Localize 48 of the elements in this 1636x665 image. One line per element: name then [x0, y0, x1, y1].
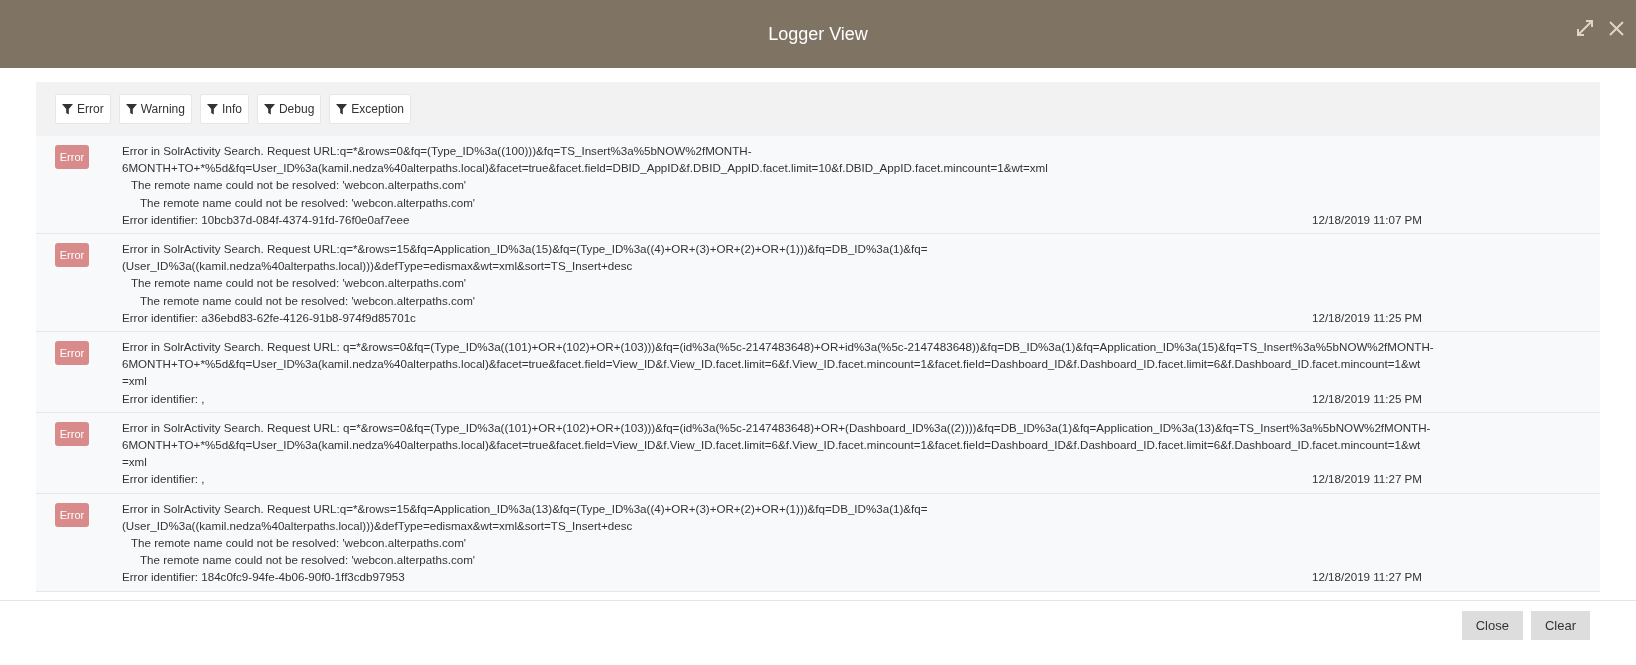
timestamp: 12/18/2019 11:25 PM — [1312, 390, 1422, 407]
filter-button[interactable]: Warning — [118, 94, 192, 124]
error-identifier: Error identifier: , — [122, 471, 206, 488]
level-badge: Error — [55, 145, 89, 169]
level-badge: Error — [55, 341, 89, 366]
timestamp: 12/18/2019 11:27 PM — [1312, 569, 1422, 586]
message-line: Error in SolrActivity Search. Request URL:q=*&rows=15&fq=Application_ID%3a(13)&fq=(Type_ID%3a((4)+OR+(3)+OR+(2)+OR+(1)))&fq=DB_ID%3a(1)&fq= — [122, 500, 929, 517]
detail-line: The remote name could not be resolved: 'webcon.alterpaths.com' — [130, 177, 468, 194]
window-title: Logger View — [768, 22, 868, 46]
filter-button[interactable]: Debug — [256, 94, 322, 124]
detail-line: The remote name could not be resolved: 'webcon.alterpaths.com' — [130, 275, 468, 292]
message-line: =xml — [122, 373, 148, 390]
message-line: Error in SolrActivity Search. Request URL: q=*&rows=0&fq=(Type_ID%3a((101)+OR+(102)+OR+(103)))&fq=(id%3a(%5c-2147483648)+OR+id%3a(%5c-2147483648))&fq=DB_ID%3a(1)&fq=Application_ID%3a(15)&fq=TS_Insert%3a%5bNOW%2fMONTH- — [122, 339, 1435, 356]
error-identifier: Error identifier: 10bcb37d-084f-4374-91fd-76f0e0af7eee — [122, 211, 411, 228]
message-line: Error in SolrActivity Search. Request URL: q=*&rows=0&fq=(Type_ID%3a((101)+OR+(102)+OR+(103)))&fq=(id%3a(%5c-2147483648)+OR+(Dashboard_ID%3a((2))))&fq=DB_ID%3a(1)&fq=Application_ID%3a(13)&fq=TS_Insert%3a%5bNOW%2fMONTH- — [122, 419, 1432, 436]
timestamp: 12/18/2019 11:27 PM — [1312, 471, 1422, 488]
expand-icon[interactable] — [1577, 20, 1593, 36]
message-line: 6MONTH+TO+*%5d&fq=User_ID%3a(kamil.nedza%40alterpaths.local)&facet=true&facet.field=View_ID&f.View_ID.facet.limit=6&f.View_ID.facet.mincount=1&facet.field=Dashboard_ID&f.Dashboard_ID.facet.limit=6&f.Dashboard_ID.facet.mincount=1&wt — [122, 356, 1422, 373]
level-badge: Error — [55, 421, 89, 446]
level-badge: Error — [55, 502, 89, 527]
filter-icon — [336, 103, 348, 115]
detail-line: The remote name could not be resolved: 'webcon.alterpaths.com' — [139, 194, 477, 211]
message-line: =xml — [122, 454, 148, 471]
filter-button[interactable]: Error — [55, 94, 111, 124]
message-line: Error in SolrActivity Search. Request URL:q=*&rows=15&fq=Application_ID%3a(15)&fq=(Type_ID%3a((4)+OR+(3)+OR+(2)+OR+(1)))&fq=DB_ID%3a(1)&fq= — [122, 241, 929, 257]
message-line: 6MONTH+TO+*%5d&fq=User_ID%3a(kamil.nedza%40alterpaths.local)&facet=true&facet.field=DBID_AppID&f.DBID_AppID.facet.limit=10&f.DBID_AppID.facet.mincount=1&wt=xml — [122, 160, 1049, 177]
filter-icon — [206, 103, 218, 115]
filter-icon — [125, 103, 137, 115]
filter-icon — [263, 103, 275, 115]
message-line: (User_ID%3a((kamil.nedza%40alterpaths.local)))&defType=edismax&wt=xml&sort=TS_Insert+desc — [122, 258, 634, 275]
filter-button[interactable]: Info — [199, 94, 249, 124]
detail-line: The remote name could not be resolved: 'webcon.alterpaths.com' — [130, 535, 468, 552]
error-identifier: Error identifier: 184c0fc9-94fe-4b06-90f0-1ff3cdb97953 — [122, 569, 406, 586]
error-identifier: Error identifier: , — [122, 390, 206, 407]
timestamp: 12/18/2019 11:25 PM — [1312, 309, 1422, 326]
close-icon[interactable] — [1609, 20, 1624, 36]
detail-line: The remote name could not be resolved: 'webcon.alterpaths.com' — [139, 552, 477, 569]
detail-line: The remote name could not be resolved: 'webcon.alterpaths.com' — [139, 292, 477, 309]
message-line: 6MONTH+TO+*%5d&fq=User_ID%3a(kamil.nedza%40alterpaths.local)&facet=true&facet.field=View_ID&f.View_ID.facet.limit=6&f.View_ID.facet.mincount=1&facet.field=Dashboard_ID&f.Dashboard_ID.facet.limit=6&f.Dashboard_ID.facet.mincount=1&wt — [122, 437, 1422, 454]
filter-icon — [62, 103, 73, 115]
timestamp: 12/18/2019 11:07 PM — [1312, 211, 1422, 228]
message-line: (User_ID%3a((kamil.nedza%40alterpaths.local)))&defType=edismax&wt=xml&sort=TS_Insert+desc — [122, 517, 634, 534]
filter-button[interactable]: Exception — [329, 94, 411, 124]
message-line: Error in SolrActivity Search. Request URL:q=*&rows=0&fq=(Type_ID%3a((100)))&fq=TS_Insert%3a%5bNOW%2fMONTH- — [122, 143, 753, 159]
footer-button[interactable]: Clear — [1530, 610, 1590, 641]
error-identifier: Error identifier: a36ebd83-62fe-4126-91b8-974f9d85701c — [122, 309, 417, 326]
level-badge: Error — [55, 243, 89, 267]
footer-button[interactable]: Close — [1461, 610, 1523, 641]
